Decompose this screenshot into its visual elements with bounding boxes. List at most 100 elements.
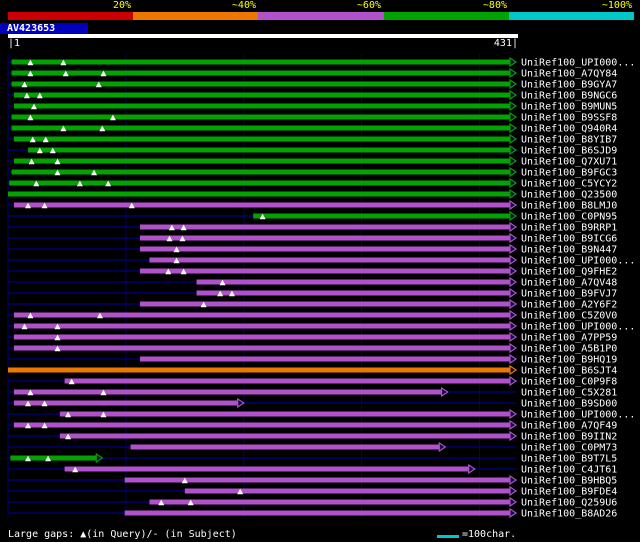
hit-bar[interactable] (13, 400, 238, 406)
hit-bar[interactable] (10, 455, 97, 461)
alignment-row[interactable]: UniRef100_C5X281 (8, 386, 617, 399)
alignment-row[interactable]: UniRef100_B8YIB7 (8, 133, 617, 146)
hit-bar[interactable] (13, 323, 510, 329)
hit-label[interactable]: UniRef100_C0PM73 (521, 443, 617, 454)
hit-bar[interactable] (13, 422, 510, 428)
hit-label[interactable]: UniRef100_C5Z0V0 (521, 311, 617, 322)
hit-label[interactable]: UniRef100_A7PP59 (521, 333, 617, 344)
alignment-row[interactable]: UniRef100_C5Z0V0 (8, 309, 617, 322)
hit-label[interactable]: UniRef100_UPI000... (521, 322, 635, 333)
alignment-row[interactable]: UniRef100_B8AD26 (8, 507, 617, 520)
alignment-row[interactable]: UniRef100_B6SJD9 (8, 144, 617, 157)
alignment-row[interactable]: UniRef100_Q7XU71 (8, 155, 617, 168)
alignment-row[interactable]: UniRef100_Q23500 (8, 188, 617, 201)
hit-bar[interactable] (196, 279, 510, 285)
hit-bar[interactable] (11, 59, 511, 65)
alignment-row[interactable]: UniRef100_A5B1P0 (8, 342, 617, 355)
alignment-row[interactable]: UniRef100_B9HQ19 (8, 353, 617, 366)
hit-label[interactable]: UniRef100_Q9FHE2 (521, 267, 617, 278)
alignment-row[interactable]: UniRef100_B9HBQ5 (8, 474, 617, 487)
hit-bar[interactable] (13, 334, 510, 340)
hit-bar[interactable] (184, 488, 510, 494)
hit-bar[interactable] (13, 92, 510, 98)
alignment-row[interactable]: UniRef100_B9MUN5 (8, 100, 617, 113)
hit-bar[interactable] (11, 114, 511, 120)
hit-label[interactable]: UniRef100_B8YIB7 (521, 135, 617, 146)
hit-bar[interactable] (59, 433, 511, 439)
hit-label[interactable]: UniRef100_C4JT61 (521, 465, 617, 476)
hit-label[interactable]: UniRef100_B9ICG6 (521, 234, 617, 245)
alignment-row[interactable]: UniRef100_C4JT61 (8, 463, 617, 476)
hit-bar[interactable] (149, 257, 510, 263)
hit-bar[interactable] (64, 466, 469, 472)
alignment-row[interactable]: UniRef100_B9FVJ7 (8, 287, 617, 300)
alignment-row[interactable]: UniRef100_B9N447 (8, 243, 617, 256)
alignment-row[interactable]: UniRef100_A7QF49 (8, 419, 617, 432)
hit-bar[interactable] (149, 499, 510, 505)
hit-label[interactable]: UniRef100_C0PN95 (521, 212, 617, 223)
hit-label[interactable]: UniRef100_B8LMJ0 (521, 201, 617, 212)
hit-bar[interactable] (124, 477, 511, 483)
alignment-row[interactable]: UniRef100_C0PN95 (8, 210, 617, 223)
hit-label[interactable]: UniRef100_B9FDE4 (521, 487, 617, 498)
hit-label[interactable]: UniRef100_C5YCY2 (521, 179, 617, 190)
alignment-row[interactable]: UniRef100_A7QV48 (8, 276, 617, 289)
alignment-row[interactable]: UniRef100_B9ICG6 (8, 232, 617, 245)
hit-label[interactable]: UniRef100_B9N447 (521, 245, 617, 256)
hit-label[interactable]: UniRef100_Q23500 (521, 190, 617, 201)
hit-bar[interactable] (13, 345, 510, 351)
alignment-row[interactable]: UniRef100_Q259U6 (8, 496, 617, 509)
hit-bar[interactable] (13, 158, 510, 164)
hit-bar[interactable] (11, 125, 511, 131)
alignment-row[interactable]: UniRef100_Q940R4 (8, 122, 617, 135)
hit-bar[interactable] (13, 389, 442, 395)
hit-bar[interactable] (59, 411, 511, 417)
alignment-row[interactable]: UniRef100_B6SJT4 (8, 364, 617, 377)
hit-bar[interactable] (124, 510, 511, 516)
hit-label[interactable]: UniRef100_B6SJT4 (521, 366, 617, 377)
hit-label[interactable]: UniRef100_Q940R4 (521, 124, 617, 135)
hit-label[interactable]: UniRef100_UPI000... (521, 256, 635, 267)
alignment-row[interactable]: UniRef100_A7QY84 (8, 67, 617, 80)
hit-bar[interactable] (140, 356, 510, 362)
hit-label[interactable]: UniRef100_B9FGC3 (521, 168, 617, 179)
hit-label[interactable]: UniRef100_B8AD26 (521, 509, 617, 520)
hit-bar[interactable] (8, 191, 510, 197)
alignment-row[interactable]: UniRef100_UPI000... (8, 320, 635, 333)
hit-bar[interactable] (13, 312, 510, 318)
alignment-row[interactable]: UniRef100_B9RRP1 (8, 221, 617, 234)
alignment-row[interactable]: UniRef100_UPI000... (8, 254, 635, 267)
hit-bar[interactable] (11, 81, 511, 87)
hit-bar[interactable] (140, 224, 510, 230)
hit-label[interactable]: UniRef100_B9MUN5 (521, 102, 617, 113)
hit-label[interactable]: UniRef100_C5X281 (521, 388, 617, 399)
hit-bar[interactable] (11, 169, 511, 175)
alignment-row[interactable]: UniRef100_B9SD00 (8, 397, 617, 410)
hit-label[interactable]: UniRef100_B9FVJ7 (521, 289, 617, 300)
hit-label[interactable]: UniRef100_UPI000... (521, 58, 635, 69)
alignment-row[interactable]: UniRef100_B9SSF8 (8, 111, 617, 124)
alignment-row[interactable]: UniRef100_UPI000... (8, 56, 635, 69)
hit-label[interactable]: UniRef100_A7QV48 (521, 278, 617, 289)
hit-label[interactable]: UniRef100_B9HQ19 (521, 355, 617, 366)
hit-label[interactable]: UniRef100_A2Y6F2 (521, 300, 617, 311)
hit-bar[interactable] (140, 301, 510, 307)
alignment-row[interactable]: UniRef100_B9NGC6 (8, 89, 617, 102)
hit-bar[interactable] (140, 268, 510, 274)
hit-bar[interactable] (13, 136, 510, 142)
hit-label[interactable]: UniRef100_C0P9F8 (521, 377, 617, 388)
hit-bar[interactable] (11, 70, 511, 76)
hit-bar[interactable] (13, 103, 510, 109)
alignment-row[interactable]: UniRef100_B9FDE4 (8, 485, 617, 498)
hit-bar[interactable] (13, 202, 510, 208)
hit-label[interactable]: UniRef100_B9SD00 (521, 399, 617, 410)
hit-bar[interactable] (64, 378, 510, 384)
hit-label[interactable]: UniRef100_A7QY84 (521, 69, 617, 80)
hit-bar[interactable] (140, 235, 510, 241)
hit-label[interactable]: UniRef100_B9T7L5 (521, 454, 617, 465)
hit-label[interactable]: UniRef100_B9SSF8 (521, 113, 617, 124)
hit-bar[interactable] (8, 367, 510, 373)
alignment-row[interactable]: UniRef100_A7PP59 (8, 331, 617, 344)
hit-label[interactable]: UniRef100_B9GYA7 (521, 80, 617, 91)
alignment-row[interactable]: UniRef100_C0P9F8 (8, 375, 617, 388)
